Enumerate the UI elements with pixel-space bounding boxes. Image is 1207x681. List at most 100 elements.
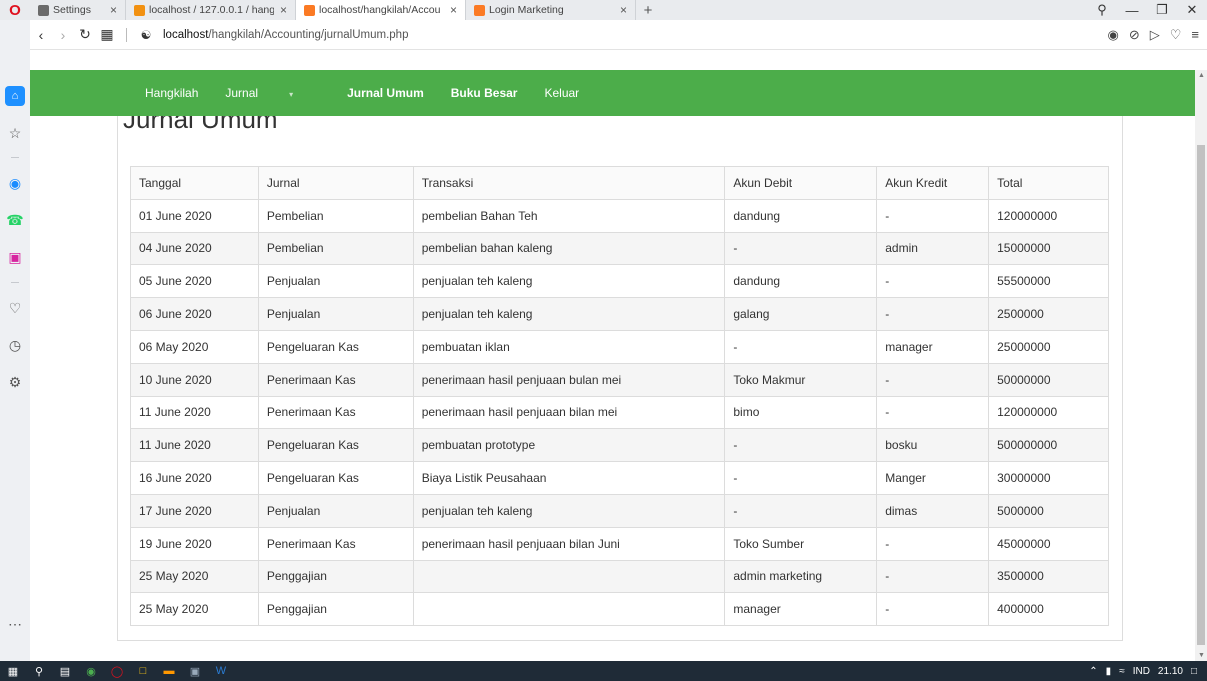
table-cell: 16 June 2020: [130, 461, 259, 495]
heart-icon[interactable]: ♡: [5, 298, 25, 318]
settings-icon[interactable]: ⚙: [5, 372, 25, 392]
browser-tab[interactable]: localhost / 127.0.0.1 / hang ×: [126, 0, 296, 20]
table-cell: Penerimaan Kas: [257, 395, 414, 430]
send-icon[interactable]: ▷: [1150, 27, 1160, 43]
new-tab-button[interactable]: +: [636, 0, 660, 20]
adblock-icon[interactable]: ⊘: [1129, 27, 1140, 43]
close-tab-icon[interactable]: ×: [450, 3, 457, 17]
back-button[interactable]: ‹: [30, 27, 52, 43]
messenger-icon[interactable]: ◉: [5, 173, 25, 193]
whatsapp-icon[interactable]: ☎: [5, 210, 25, 230]
close-window-button[interactable]: ✕: [1177, 2, 1207, 18]
table-cell: 11 June 2020: [130, 428, 259, 463]
word-icon[interactable]: W: [208, 661, 234, 681]
table-cell: Manger: [876, 461, 990, 495]
table-cell: Pengeluaran Kas: [257, 461, 414, 495]
gear-icon: [38, 4, 49, 16]
opera-logo-icon[interactable]: O: [0, 0, 30, 20]
scroll-up-icon[interactable]: ▲: [1198, 72, 1205, 79]
home-icon[interactable]: ⌂: [5, 86, 25, 106]
table-cell: -: [724, 428, 878, 463]
nav-item-jurnal-umum[interactable]: Jurnal Umum: [347, 86, 424, 100]
table-row: 25 May 2020 Penggajian admin marketing -350…: [130, 559, 1109, 594]
history-icon[interactable]: ◷: [5, 335, 25, 355]
table-cell: 2500000: [988, 297, 1109, 331]
table-cell: penerimaan hasil penjuaan bilan mei: [412, 395, 726, 430]
table-cell: 4000000: [988, 592, 1109, 627]
clock[interactable]: 21.10: [1158, 666, 1183, 677]
table-cell: Pembelian: [257, 231, 414, 266]
table-cell: 19 June 2020: [130, 526, 259, 561]
browser-tab[interactable]: Settings ×: [30, 0, 126, 20]
table-cell: [412, 592, 726, 627]
tray-chevron-icon[interactable]: ⌃: [1089, 666, 1097, 677]
minimize-button[interactable]: —: [1117, 3, 1147, 18]
scroll-down-icon[interactable]: ▼: [1198, 652, 1205, 659]
chrome-icon[interactable]: ◉: [78, 661, 104, 681]
table-cell: admin: [876, 231, 990, 266]
table-cell: 15000000: [988, 231, 1109, 266]
site-info-icon[interactable]: ☯: [135, 28, 157, 42]
column-header: Transaksi: [412, 166, 726, 200]
table-cell: Penggajian: [257, 592, 414, 627]
file-explorer-icon[interactable]: □: [130, 661, 156, 681]
table-cell: 500000000: [988, 428, 1109, 463]
notifications-icon[interactable]: □: [1191, 666, 1197, 677]
nav-brand[interactable]: Hangkilah: [145, 86, 198, 100]
table-cell: -: [876, 198, 990, 233]
table-cell: Biaya Listik Peusahaan: [412, 461, 726, 495]
more-icon[interactable]: ⋯: [5, 614, 25, 634]
search-icon[interactable]: ⚲: [26, 661, 52, 681]
scrollbar-thumb[interactable]: [1197, 145, 1205, 645]
wifi-icon[interactable]: ≈: [1119, 666, 1125, 677]
opera-taskbar-icon[interactable]: ◯: [104, 661, 130, 681]
heart-icon[interactable]: ♡: [1170, 27, 1182, 43]
table-cell: 06 June 2020: [130, 297, 259, 331]
table-cell: [412, 559, 726, 594]
page-title-clip: Jurnal Umum: [123, 116, 423, 136]
table-cell: 01 June 2020: [130, 198, 259, 233]
search-tabs-icon[interactable]: ⚲: [1087, 2, 1117, 18]
language-indicator[interactable]: IND: [1133, 666, 1150, 677]
table-cell: 17 June 2020: [130, 493, 259, 528]
close-tab-icon[interactable]: ×: [110, 3, 117, 17]
table-cell: dimas: [876, 493, 990, 528]
table-cell: -: [876, 592, 990, 627]
table-row: 10 June 2020 Penerimaan Kas penerimaan has…: [130, 362, 1109, 397]
browser-tab[interactable]: localhost/hangkilah/Accou ×: [296, 0, 466, 20]
table-header-row: Tanggal Jurnal Transaksi Akun Debit Akun Kre…: [130, 166, 1109, 200]
browser-tab[interactable]: Login Marketing ×: [466, 0, 636, 20]
camera-icon[interactable]: ◉: [1108, 27, 1119, 43]
terminal-icon[interactable]: ▣: [182, 661, 208, 681]
tab-title: Settings: [53, 4, 91, 16]
opera-sidebar: ⌂ ☆ ◉ ☎ ▣ ♡ ◷ ⚙ ⋯: [0, 20, 30, 661]
easy-setup-icon[interactable]: ≡: [1191, 27, 1199, 42]
maximize-button[interactable]: ❐: [1147, 2, 1177, 18]
table-cell: bimo: [724, 395, 878, 430]
nav-item-buku-besar[interactable]: Buku Besar: [451, 86, 518, 100]
task-view-icon[interactable]: ▤: [52, 661, 78, 681]
xampp-icon: [304, 4, 315, 16]
windows-start-icon[interactable]: ▦: [0, 661, 26, 681]
table-cell: -: [876, 264, 990, 299]
instagram-icon[interactable]: ▣: [5, 247, 25, 267]
vertical-scrollbar[interactable]: ▲ ▼: [1195, 70, 1207, 661]
table-cell: pembuatan prototype: [412, 428, 726, 463]
forward-button[interactable]: ›: [52, 27, 74, 43]
close-tab-icon[interactable]: ×: [280, 3, 287, 17]
url-field[interactable]: localhost/hangkilah/Accounting/jurnalUmu…: [163, 29, 408, 41]
table-cell: pembelian Bahan Teh: [412, 198, 726, 233]
sublime-icon[interactable]: ▬: [156, 661, 182, 681]
divider: [126, 27, 127, 42]
reload-button[interactable]: ↻: [74, 26, 96, 43]
bookmark-icon[interactable]: ☆: [5, 123, 25, 143]
close-tab-icon[interactable]: ×: [620, 3, 627, 17]
nav-item-keluar[interactable]: Keluar: [544, 86, 579, 100]
table-cell: Toko Sumber: [724, 526, 878, 561]
table-cell: Penjualan: [257, 264, 414, 299]
table-cell: 25 May 2020: [130, 592, 259, 627]
speed-dial-icon[interactable]: ▦: [96, 26, 118, 43]
nav-item-jurnal[interactable]: Jurnal ▾: [225, 86, 320, 100]
table-cell: Penjualan: [257, 493, 414, 528]
battery-icon[interactable]: ▮: [1106, 666, 1112, 677]
